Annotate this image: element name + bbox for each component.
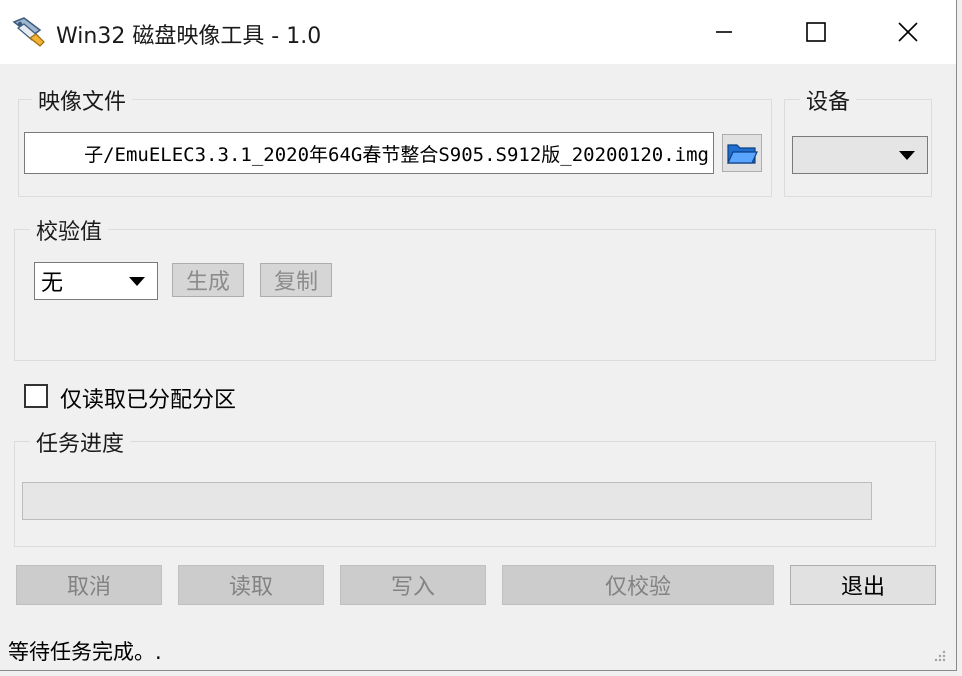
generate-hash-button[interactable]: 生成	[172, 263, 244, 297]
device-select[interactable]	[792, 136, 928, 174]
task-progress-bar	[22, 482, 872, 520]
device-label: 设备	[800, 84, 857, 116]
verify-only-button[interactable]: 仅校验	[502, 565, 774, 605]
close-button[interactable]	[862, 0, 954, 64]
browse-folder-button[interactable]	[722, 134, 762, 172]
folder-open-icon	[727, 144, 758, 164]
window-title: Win32 磁盘映像工具 - 1.0	[56, 24, 322, 49]
copy-hash-button[interactable]: 复制	[260, 263, 332, 297]
read-only-allocated-checkbox[interactable]	[24, 384, 48, 408]
chevron-down-icon	[129, 276, 145, 286]
image-file-path-input[interactable]: 子/EmuELEC3.3.1_2020年64G春节整合S905.S912版_20…	[24, 132, 714, 174]
minimize-button[interactable]	[678, 0, 770, 64]
title-bar[interactable]: Win32 磁盘映像工具 - 1.0	[0, 0, 956, 64]
read-button[interactable]: 读取	[178, 565, 324, 605]
chevron-down-icon	[899, 150, 915, 160]
progress-label: 任务进度	[30, 426, 131, 458]
image-file-label: 映像文件	[32, 84, 133, 116]
resize-grip-icon[interactable]	[932, 648, 946, 662]
maximize-icon	[806, 22, 826, 42]
hash-type-select[interactable]: 无	[34, 262, 158, 300]
image-file-path-text: 子/EmuELEC3.3.1_2020年64G春节整合S905.S912版_20…	[84, 143, 709, 166]
exit-button[interactable]: 退出	[790, 565, 936, 605]
write-button[interactable]: 写入	[340, 565, 486, 605]
close-icon	[898, 22, 918, 42]
app-window: Win32 磁盘映像工具 - 1.0 映像文件 子/EmuELEC3.3.1_2…	[0, 0, 957, 671]
status-text: 等待任务完成。.	[8, 640, 162, 664]
hash-type-value: 无	[41, 271, 64, 296]
minimize-icon	[716, 31, 732, 33]
disk-imager-app-icon	[10, 16, 46, 48]
hash-label: 校验值	[30, 214, 109, 246]
read-only-allocated-label[interactable]: 仅读取已分配分区	[60, 382, 236, 414]
maximize-button[interactable]	[770, 0, 862, 64]
cancel-button[interactable]: 取消	[16, 565, 162, 605]
